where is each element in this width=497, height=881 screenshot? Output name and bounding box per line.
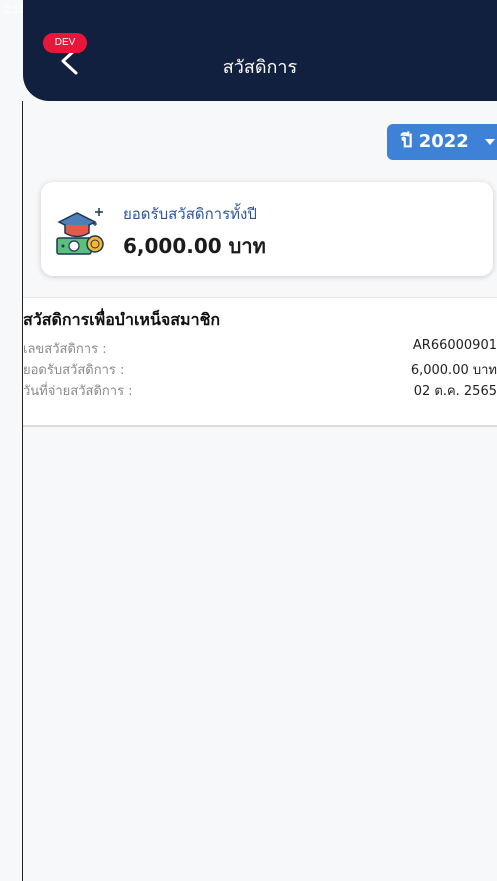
annual-summary-amount: 6,000.00 บาท (123, 234, 266, 258)
annual-summary-label: ยอดรับสวัสดิการทั้งปี (123, 205, 257, 223)
welfare-title: สวัสดิการเพื่อบำเหน็จสมาชิก (23, 310, 221, 329)
annual-summary-card: ยอดรับสวัสดิการทั้งปี 6,000.00 บาท (41, 182, 493, 276)
year-dropdown-label: ปี 2022 (401, 131, 469, 152)
welfare-date-row: วันที่จ่ายสวัสดิการ : 02 ต.ค. 2565 (23, 380, 497, 400)
welfare-amount-row: ยอดรับสวัสดิการ : 6,000.00 บาท (23, 359, 497, 379)
welfare-screen: 2:12 DEV สวัสดิการ ปี 2022 ยอดรับสวัสดิก… (0, 0, 497, 881)
year-dropdown[interactable]: ปี 2022 (387, 124, 497, 160)
welfare-date-value: 02 ต.ค. 2565 (413, 384, 497, 399)
welfare-number-row: เลขสวัสดิการ : AR66000901 (23, 338, 497, 358)
page-title: สวัสดิการ (222, 57, 298, 78)
welfare-number-label: เลขสวัสดิการ : (23, 342, 107, 357)
graduation-money-icon (51, 200, 111, 260)
screen-edge-divider (22, 101, 23, 881)
welfare-item[interactable]: สวัสดิการเพื่อบำเหน็จสมาชิก เลขสวัสดิการ… (23, 297, 497, 427)
welfare-amount-value: 6,000.00 บาท (410, 363, 497, 378)
dev-badge: DEV (43, 33, 87, 53)
caret-down-icon (485, 139, 495, 145)
welfare-date-label: วันที่จ่ายสวัสดิการ : (23, 384, 133, 399)
app-header (23, 0, 497, 101)
welfare-amount-label: ยอดรับสวัสดิการ : (23, 363, 125, 378)
welfare-number-value: AR66000901 (412, 338, 497, 353)
